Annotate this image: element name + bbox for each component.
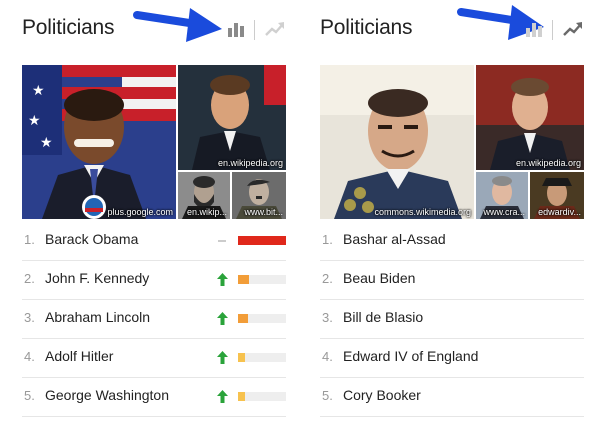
photo-tertiary[interactable]: en.wikip...: [178, 172, 230, 219]
photo-main[interactable]: commons.wikimedia.org: [320, 65, 474, 219]
entity-name-link[interactable]: Beau Biden: [343, 270, 415, 286]
trend-flat-dash-icon: [218, 240, 226, 242]
politicians-panel-right: Politicians commons.wikimedia.org en.wik…: [320, 0, 586, 421]
image-source-caption: en.wikipedia.org: [217, 158, 283, 168]
image-collage: ★ ★ ★ plus.google.com en.wikipedia.org e…: [22, 65, 286, 219]
popularity-bar: [238, 314, 286, 323]
portrait-image: [320, 65, 474, 219]
image-collage: commons.wikimedia.org en.wikipedia.org w: [320, 65, 584, 219]
rank-number: 3.: [322, 310, 333, 325]
rank-number: 5.: [24, 388, 35, 403]
entity-name-link[interactable]: Adolf Hitler: [45, 348, 113, 364]
svg-text:★: ★: [32, 83, 45, 99]
popularity-bar: [238, 392, 286, 401]
entity-name-link[interactable]: Edward IV of England: [343, 348, 478, 364]
rank-number: 4.: [322, 349, 333, 364]
photo-quaternary[interactable]: www.bit...: [232, 172, 286, 219]
image-source-caption: en.wikip...: [186, 207, 227, 217]
popularity-bar: [238, 275, 286, 284]
photo-secondary[interactable]: en.wikipedia.org: [476, 65, 584, 170]
bar-chart-icon[interactable]: [225, 18, 247, 40]
list-item[interactable]: 3. Abraham Lincoln: [22, 300, 286, 339]
entity-name-link[interactable]: Abraham Lincoln: [45, 309, 150, 325]
panel-header: Politicians: [22, 10, 288, 50]
svg-text:★: ★: [28, 113, 41, 129]
rank-number: 2.: [24, 271, 35, 286]
photo-quaternary[interactable]: edwardiv...: [530, 172, 584, 219]
entity-name-link[interactable]: Bill de Blasio: [343, 309, 423, 325]
list-item[interactable]: 1. Bashar al-Assad: [320, 222, 584, 261]
image-source-caption: plus.google.com: [107, 207, 173, 217]
politicians-panel-left: Politicians ★ ★ ★ plus.google.com en.wik…: [22, 0, 288, 421]
rank-number: 1.: [24, 232, 35, 247]
list-item[interactable]: 3. Bill de Blasio: [320, 300, 584, 339]
popularity-bar-fill: [238, 314, 248, 323]
image-source-caption: www.bit...: [244, 207, 283, 217]
toggle-divider: [552, 20, 553, 40]
photo-tertiary[interactable]: www.cra...: [476, 172, 528, 219]
trend-up-arrow-icon: [217, 390, 228, 403]
portrait-image: ★ ★ ★: [22, 65, 176, 219]
list-item[interactable]: 1. Barack Obama: [22, 222, 286, 261]
svg-text:★: ★: [40, 135, 53, 151]
image-source-caption: commons.wikimedia.org: [374, 207, 471, 217]
popularity-bar-fill: [238, 275, 249, 284]
rank-number: 5.: [322, 388, 333, 403]
photo-secondary[interactable]: en.wikipedia.org: [178, 65, 286, 170]
panel-title: Politicians: [22, 16, 115, 39]
list-item[interactable]: 4. Edward IV of England: [320, 339, 584, 378]
list-item[interactable]: 5. George Washington: [22, 378, 286, 417]
popularity-bar: [238, 236, 286, 245]
list-item[interactable]: 4. Adolf Hitler: [22, 339, 286, 378]
rank-number: 4.: [24, 349, 35, 364]
panel-header: Politicians: [320, 10, 586, 50]
list-item[interactable]: 5. Cory Booker: [320, 378, 584, 417]
list-item[interactable]: 2. John F. Kennedy: [22, 261, 286, 300]
ranked-list: 1. Barack Obama 2. John F. Kennedy 3. Abraham…: [22, 222, 286, 417]
trend-up-arrow-icon: [217, 273, 228, 286]
portrait-image: [476, 65, 584, 170]
image-source-caption: www.cra...: [483, 207, 525, 217]
photo-main[interactable]: ★ ★ ★ plus.google.com: [22, 65, 176, 219]
rank-number: 2.: [322, 271, 333, 286]
ranked-list: 1. Bashar al-Assad 2. Beau Biden 3. Bill de B…: [320, 222, 584, 417]
popularity-bar-fill: [238, 353, 245, 362]
entity-name-link[interactable]: George Washington: [45, 387, 169, 403]
entity-name-link[interactable]: Bashar al-Assad: [343, 231, 446, 247]
popularity-bar-fill: [238, 392, 245, 401]
rank-number: 1.: [322, 232, 333, 247]
rank-number: 3.: [24, 310, 35, 325]
portrait-image: [178, 65, 286, 170]
entity-name-link[interactable]: Cory Booker: [343, 387, 421, 403]
popularity-bar-fill: [238, 236, 286, 245]
popularity-bar: [238, 353, 286, 362]
trend-line-icon[interactable]: [562, 18, 584, 40]
entity-name-link[interactable]: Barack Obama: [45, 231, 138, 247]
trend-line-icon[interactable]: [264, 18, 286, 40]
image-source-caption: edwardiv...: [538, 207, 581, 217]
bar-chart-icon[interactable]: [523, 18, 545, 40]
panel-title: Politicians: [320, 16, 413, 39]
image-source-caption: en.wikipedia.org: [515, 158, 581, 168]
trend-up-arrow-icon: [217, 312, 228, 325]
list-item[interactable]: 2. Beau Biden: [320, 261, 584, 300]
toggle-divider: [254, 20, 255, 40]
trend-up-arrow-icon: [217, 351, 228, 364]
entity-name-link[interactable]: John F. Kennedy: [45, 270, 149, 286]
